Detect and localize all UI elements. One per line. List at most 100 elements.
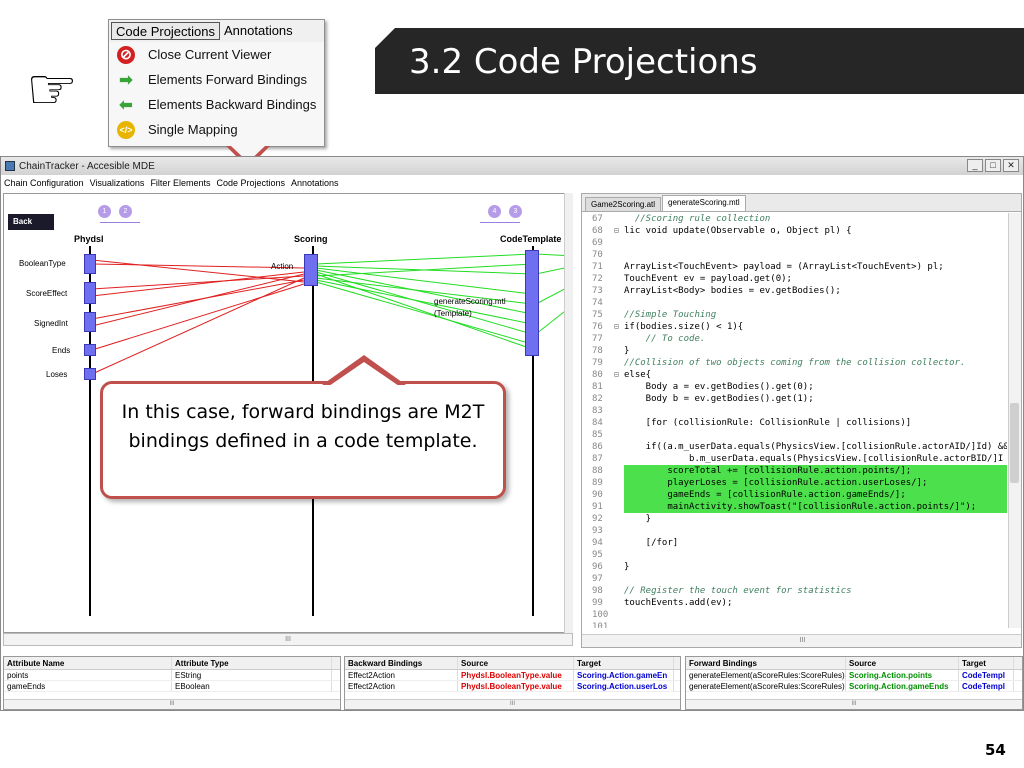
fold-marker[interactable]	[614, 309, 624, 321]
table-row[interactable]: Effect2Action Phydsl.BooleanType.value S…	[345, 681, 680, 692]
col-header[interactable]: Target	[959, 657, 1014, 669]
table-row[interactable]: points EString	[4, 670, 340, 681]
editor-vertical-scrollbar[interactable]	[1008, 213, 1021, 628]
table-row[interactable]: gameEnds EBoolean	[4, 681, 340, 692]
table-row[interactable]: generateElement(aScoreRules:ScoreRules) …	[686, 670, 1022, 681]
fold-marker[interactable]	[614, 213, 624, 225]
attr-node[interactable]	[84, 282, 96, 304]
code-line[interactable]: 97	[582, 573, 1007, 585]
fold-marker[interactable]	[614, 261, 624, 273]
fold-marker[interactable]	[614, 609, 624, 621]
code-line[interactable]: 69	[582, 237, 1007, 249]
code-line[interactable]: 91 mainActivity.showToast("[collisionRul…	[582, 501, 1007, 513]
code-line[interactable]: 75 //Simple Touching	[582, 309, 1007, 321]
code-line[interactable]: 86 if((a.m_userData.equals(PhysicsView.[…	[582, 441, 1007, 453]
code-line[interactable]: 90 gameEnds = [collisionRule.action.game…	[582, 489, 1007, 501]
menu-item-close-viewer[interactable]: ⊘ Close Current Viewer	[109, 42, 324, 67]
code-line[interactable]: 98 // Register the touch event for statis…	[582, 585, 1007, 597]
menu-annotations[interactable]: Annotations	[291, 178, 339, 188]
code-line[interactable]: 67 //Scoring rule collection	[582, 213, 1007, 225]
code-line[interactable]: 100	[582, 609, 1007, 621]
col-header[interactable]: Source	[846, 657, 959, 669]
attr-node[interactable]	[84, 368, 96, 380]
menu-chain-configuration[interactable]: Chain Configuration	[4, 178, 84, 188]
fold-marker[interactable]	[614, 273, 624, 285]
fold-marker[interactable]: ⊟	[614, 369, 624, 381]
code-line[interactable]: 78}	[582, 345, 1007, 357]
code-line[interactable]: 73 ArrayList<Body> bodies = ev.getBodies(…	[582, 285, 1007, 297]
fold-marker[interactable]	[614, 417, 624, 429]
menu-item-forward-bindings[interactable]: ➡ Elements Forward Bindings	[109, 67, 324, 92]
fold-marker[interactable]	[614, 597, 624, 609]
code-line[interactable]: 72 TouchEvent ev = payload.get(0);	[582, 273, 1007, 285]
code-line[interactable]: 88 scoreTotal += [collisionRule.action.p…	[582, 465, 1007, 477]
code-editor[interactable]: Game2Scoring.atl generateScoring.mtl 67 …	[581, 193, 1022, 648]
table-scrollbar[interactable]: III	[4, 699, 340, 709]
col-header[interactable]: Attribute Type	[172, 657, 332, 669]
code-line[interactable]: 68 ⊟ lic void update(Observable o, Object …	[582, 225, 1007, 237]
code-lines[interactable]: 67 //Scoring rule collection 68 ⊟ lic void …	[582, 213, 1007, 628]
fold-marker[interactable]	[614, 333, 624, 345]
attr-node[interactable]	[84, 344, 96, 356]
code-line[interactable]: 96}	[582, 561, 1007, 573]
menu-tab-code-projections[interactable]: Code Projections	[111, 22, 220, 40]
fold-marker[interactable]	[614, 381, 624, 393]
minimize-icon[interactable]: _	[967, 159, 983, 172]
fold-marker[interactable]	[614, 429, 624, 441]
fold-marker[interactable]	[614, 405, 624, 417]
menu-filter-elements[interactable]: Filter Elements	[150, 178, 210, 188]
col-header[interactable]: Source	[458, 657, 574, 669]
menu-visualizations[interactable]: Visualizations	[90, 178, 145, 188]
fold-marker[interactable]	[614, 501, 624, 513]
viz-vertical-scrollbar[interactable]	[564, 193, 573, 633]
menu-item-backward-bindings[interactable]: ⬅ Elements Backward Bindings	[109, 92, 324, 117]
fold-marker[interactable]	[614, 297, 624, 309]
code-line[interactable]: 99 touchEvents.add(ev);	[582, 597, 1007, 609]
fold-marker[interactable]	[614, 285, 624, 297]
maximize-icon[interactable]: □	[985, 159, 1001, 172]
code-line[interactable]: 70	[582, 249, 1007, 261]
fold-marker[interactable]	[614, 561, 624, 573]
code-line[interactable]: 84 [for (collisionRule: CollisionRule | …	[582, 417, 1007, 429]
table-row[interactable]: generateElement(aScoreRules:ScoreRules) …	[686, 681, 1022, 692]
fold-marker[interactable]	[614, 357, 624, 369]
fold-marker[interactable]	[614, 393, 624, 405]
code-line[interactable]: 85	[582, 429, 1007, 441]
fold-marker[interactable]: ⊟	[614, 225, 624, 237]
code-line[interactable]: 79 //Collision of two objects coming from…	[582, 357, 1007, 369]
code-line[interactable]: 89 playerLoses = [collisionRule.action.u…	[582, 477, 1007, 489]
attr-node[interactable]	[84, 254, 96, 274]
code-line[interactable]: 77 // To code.	[582, 333, 1007, 345]
code-line[interactable]: 71 ArrayList<TouchEvent> payload = (Array…	[582, 261, 1007, 273]
code-line[interactable]: 92 }	[582, 513, 1007, 525]
fold-marker[interactable]	[614, 441, 624, 453]
code-line[interactable]: 94 [/for]	[582, 537, 1007, 549]
tab-generatescoring[interactable]: generateScoring.mtl	[662, 195, 746, 211]
attr-node[interactable]	[84, 312, 96, 332]
tab-game2scoring[interactable]: Game2Scoring.atl	[585, 197, 662, 211]
menu-item-single-mapping[interactable]: </> Single Mapping	[109, 117, 324, 142]
code-line[interactable]: 83	[582, 405, 1007, 417]
table-scrollbar[interactable]: III	[686, 699, 1022, 709]
fold-marker[interactable]: ⊟	[614, 321, 624, 333]
fold-marker[interactable]	[614, 621, 624, 628]
fold-marker[interactable]	[614, 573, 624, 585]
menu-tab-annotations[interactable]: Annotations	[220, 22, 297, 40]
code-line[interactable]: 82 Body b = ev.getBodies().get(1);	[582, 393, 1007, 405]
scroll-thumb[interactable]	[1010, 403, 1019, 483]
fold-marker[interactable]	[614, 585, 624, 597]
fold-marker[interactable]	[614, 453, 624, 465]
fold-marker[interactable]	[614, 345, 624, 357]
col-header[interactable]: Target	[574, 657, 674, 669]
viz-horizontal-scrollbar[interactable]: III	[3, 633, 573, 646]
menu-code-projections[interactable]: Code Projections	[216, 178, 285, 188]
table-row[interactable]: Effect2Action Phydsl.BooleanType.value S…	[345, 670, 680, 681]
code-line[interactable]: 81 Body a = ev.getBodies().get(0);	[582, 381, 1007, 393]
col-header[interactable]: Backward Bindings	[345, 657, 458, 669]
fold-marker[interactable]	[614, 525, 624, 537]
code-line[interactable]: 95	[582, 549, 1007, 561]
code-line[interactable]: 80 ⊟ else{	[582, 369, 1007, 381]
fold-marker[interactable]	[614, 477, 624, 489]
col-header[interactable]: Attribute Name	[4, 657, 172, 669]
fold-marker[interactable]	[614, 537, 624, 549]
